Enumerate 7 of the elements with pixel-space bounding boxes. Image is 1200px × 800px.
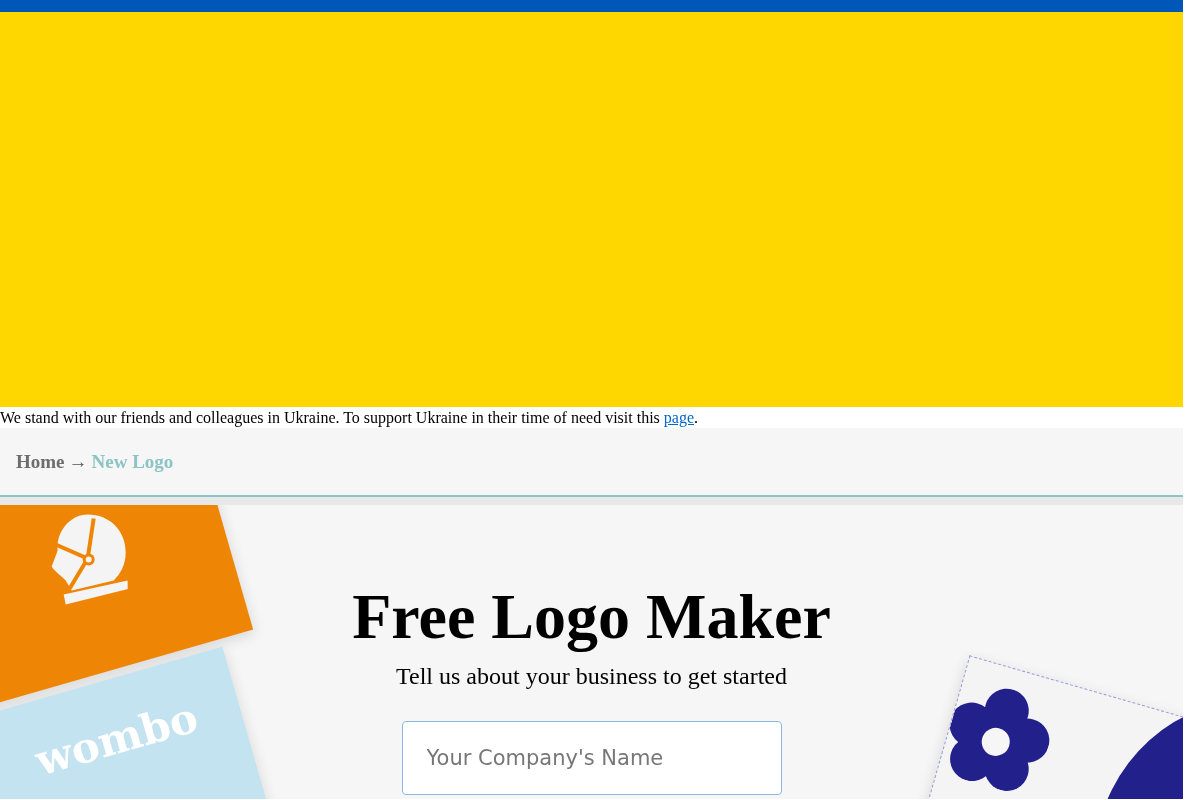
page-title: Free Logo Maker: [352, 580, 831, 654]
company-name-field[interactable]: Your Company's Name: [401, 721, 782, 795]
breadcrumb-link[interactable]: Home: [16, 450, 65, 473]
subtitle: Tell us about your business to get started: [396, 662, 787, 691]
logo-wordmark: wombo: [30, 693, 204, 786]
page-link[interactable]: page: [663, 409, 694, 426]
breadcrumb-separator: →: [68, 450, 88, 473]
